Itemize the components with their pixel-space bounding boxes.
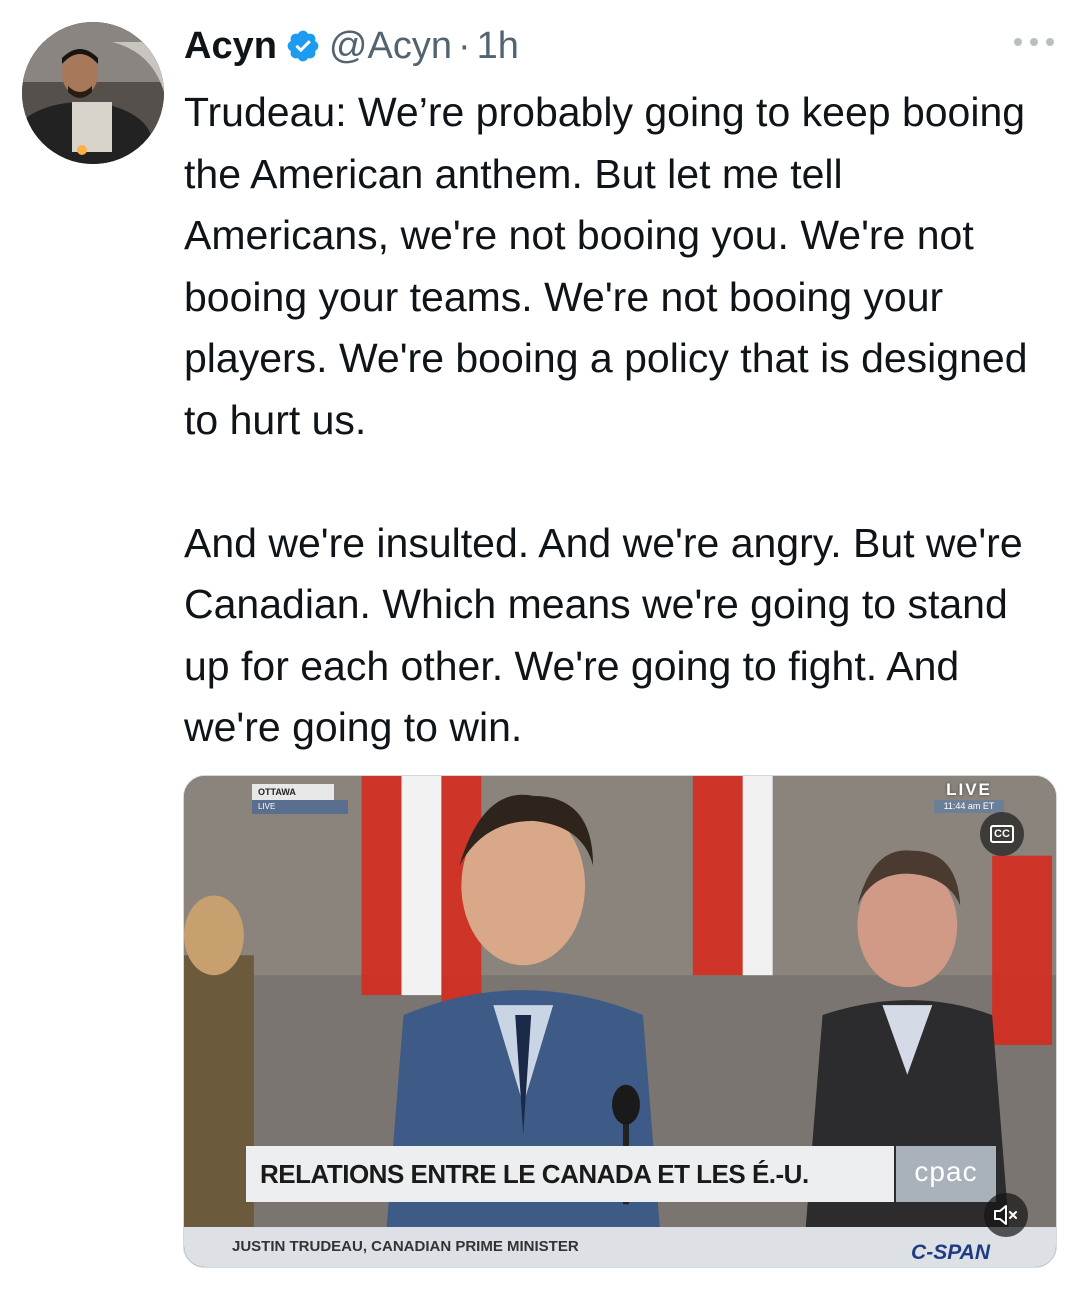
network-logo: cpac <box>896 1146 996 1202</box>
closed-captions-icon: CC <box>990 825 1014 843</box>
avatar[interactable] <box>22 22 164 164</box>
tweet-header: Acyn @Acyn · 1h <box>184 20 519 72</box>
speaker-caption: JUSTIN TRUDEAU, CANADIAN PRIME MINISTER <box>232 1238 579 1255</box>
muted-speaker-icon <box>994 1205 1017 1225</box>
live-label: LIVE <box>946 780 992 799</box>
more-dot <box>1030 38 1038 46</box>
more-icon[interactable] <box>1014 30 1054 54</box>
location-sub-label: LIVE <box>252 800 348 814</box>
verified-badge-icon <box>287 30 319 62</box>
closed-captions-button[interactable]: CC <box>980 812 1024 856</box>
separator-dot: · <box>457 24 471 67</box>
live-time: 11:44 am ET <box>934 800 1004 813</box>
location-bug: OTTAWA LIVE <box>252 784 348 814</box>
mute-button[interactable] <box>984 1193 1028 1237</box>
more-dot <box>1046 38 1054 46</box>
location-label: OTTAWA <box>252 784 334 800</box>
author-handle[interactable]: @Acyn <box>329 25 452 68</box>
timestamp[interactable]: 1h <box>477 25 519 68</box>
author-name[interactable]: Acyn <box>184 25 277 68</box>
video-player[interactable]: OTTAWA LIVE LIVE 11:44 am ET CC RELATION… <box>183 775 1057 1268</box>
tweet-text: Trudeau: We’re probably going to keep bo… <box>184 89 1028 750</box>
live-bug: LIVE 11:44 am ET <box>934 780 1004 813</box>
broadcaster-logo: C-SPAN <box>911 1241 990 1264</box>
headline-banner: RELATIONS ENTRE LE CANADA ET LES É.-U. <box>246 1146 894 1202</box>
more-dot <box>1014 38 1022 46</box>
avatar-image <box>22 22 164 164</box>
